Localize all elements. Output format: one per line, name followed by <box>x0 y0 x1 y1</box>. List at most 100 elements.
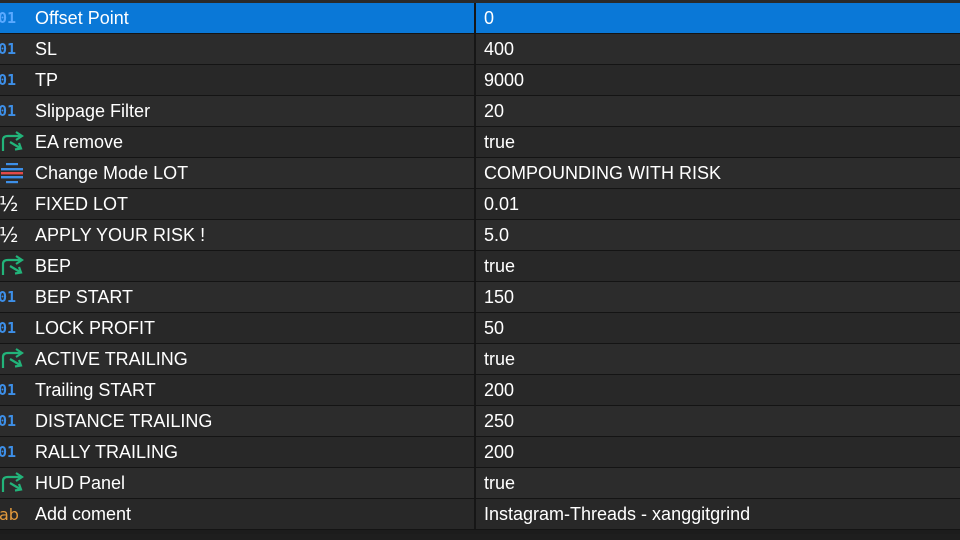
param-name: Add coment <box>35 503 132 524</box>
param-name-cell[interactable]: 01 RALLY TRAILING <box>0 437 476 467</box>
int-glyph: 01 <box>0 443 17 461</box>
bool-icon <box>0 468 30 498</box>
param-name: HUD Panel <box>35 472 126 493</box>
int-icon: 01 <box>0 282 30 312</box>
param-name: FIXED LOT <box>35 193 129 214</box>
param-row[interactable]: BEP true <box>0 251 960 282</box>
bool-icon <box>0 251 30 281</box>
param-value[interactable]: 5.0 <box>476 220 960 250</box>
param-row[interactable]: 01 BEP START 150 <box>0 282 960 313</box>
enum-icon <box>0 158 30 188</box>
param-name-cell[interactable]: 01 SL <box>0 34 476 64</box>
param-row[interactable]: 01 SL 400 <box>0 34 960 65</box>
param-value[interactable]: 200 <box>476 375 960 405</box>
int-glyph: 01 <box>0 319 17 337</box>
param-value[interactable]: Instagram-Threads - xanggitgrind <box>476 499 960 529</box>
int-icon: 01 <box>0 65 30 95</box>
param-row[interactable]: 01 RALLY TRAILING 200 <box>0 437 960 468</box>
param-value[interactable]: 200 <box>476 437 960 467</box>
int-glyph: 01 <box>0 40 17 58</box>
parameter-rows: 01 Offset Point 0 01 SL 400 01 TP 9000 01 Slippage… <box>0 3 960 530</box>
param-value[interactable]: 50 <box>476 313 960 343</box>
param-name: DISTANCE TRAILING <box>35 410 213 431</box>
param-name: Slippage Filter <box>35 100 151 121</box>
param-name-cell[interactable]: 01 BEP START <box>0 282 476 312</box>
param-name: Change Mode LOT <box>35 162 189 183</box>
int-glyph: 01 <box>0 381 17 399</box>
param-name: SL <box>35 38 58 59</box>
param-value[interactable]: 400 <box>476 34 960 64</box>
param-name-cell[interactable]: EA remove <box>0 127 476 157</box>
param-row[interactable]: HUD Panel true <box>0 468 960 499</box>
param-row[interactable]: 01 TP 9000 <box>0 65 960 96</box>
param-value[interactable]: true <box>476 344 960 374</box>
param-name: LOCK PROFIT <box>35 317 156 338</box>
param-row[interactable]: ACTIVE TRAILING true <box>0 344 960 375</box>
int-glyph: 01 <box>0 9 17 27</box>
int-icon: 01 <box>0 34 30 64</box>
grid-bottom-edge <box>0 534 960 540</box>
param-name: ACTIVE TRAILING <box>35 348 188 369</box>
param-name-cell[interactable]: ½ APPLY YOUR RISK ! <box>0 220 476 250</box>
param-row[interactable]: 01 DISTANCE TRAILING 250 <box>0 406 960 437</box>
param-name: BEP <box>35 255 72 276</box>
param-name-cell[interactable]: HUD Panel <box>0 468 476 498</box>
param-value[interactable]: 150 <box>476 282 960 312</box>
param-name-cell[interactable]: 01 LOCK PROFIT <box>0 313 476 343</box>
int-icon: 01 <box>0 437 30 467</box>
param-name-cell[interactable]: BEP <box>0 251 476 281</box>
param-row[interactable]: ab Add coment Instagram-Threads - xanggitg… <box>0 499 960 530</box>
int-glyph: 01 <box>0 71 17 89</box>
param-name-cell[interactable]: 01 TP <box>0 65 476 95</box>
param-value[interactable]: 20 <box>476 96 960 126</box>
bool-icon <box>0 344 30 374</box>
bool-icon <box>0 127 30 157</box>
param-name-cell[interactable]: ACTIVE TRAILING <box>0 344 476 374</box>
param-value[interactable]: COMPOUNDING WITH RISK <box>476 158 960 188</box>
param-name-cell[interactable]: 01 DISTANCE TRAILING <box>0 406 476 436</box>
param-name: EA remove <box>35 131 124 152</box>
param-name-cell[interactable]: 01 Trailing START <box>0 375 476 405</box>
double-glyph: ½ <box>0 223 19 247</box>
param-name: Trailing START <box>35 379 156 400</box>
double-icon: ½ <box>0 189 30 219</box>
int-icon: 01 <box>0 406 30 436</box>
int-icon: 01 <box>0 313 30 343</box>
int-glyph: 01 <box>0 102 17 120</box>
param-value[interactable]: 0.01 <box>476 189 960 219</box>
param-value[interactable]: 0 <box>476 3 960 33</box>
param-name-cell[interactable]: ½ FIXED LOT <box>0 189 476 219</box>
double-icon: ½ <box>0 220 30 250</box>
double-glyph: ½ <box>0 192 19 216</box>
param-name-cell[interactable]: ab Add coment <box>0 499 476 529</box>
int-icon: 01 <box>0 3 30 33</box>
inputs-parameter-grid: 01 Offset Point 0 01 SL 400 01 TP 9000 01 Slippage… <box>0 0 960 540</box>
param-value[interactable]: 250 <box>476 406 960 436</box>
param-name-cell[interactable]: 01 Offset Point <box>0 3 476 33</box>
param-value[interactable]: true <box>476 127 960 157</box>
param-row[interactable]: 01 Offset Point 0 <box>0 3 960 34</box>
param-value[interactable]: 9000 <box>476 65 960 95</box>
param-name: BEP START <box>35 286 134 307</box>
param-name: Offset Point <box>35 7 129 28</box>
param-row[interactable]: Change Mode LOT COMPOUNDING WITH RISK <box>0 158 960 189</box>
int-glyph: 01 <box>0 412 17 430</box>
string-icon: ab <box>0 499 30 529</box>
param-name-cell[interactable]: Change Mode LOT <box>0 158 476 188</box>
param-value[interactable]: true <box>476 251 960 281</box>
param-row[interactable]: 01 LOCK PROFIT 50 <box>0 313 960 344</box>
param-name-cell[interactable]: 01 Slippage Filter <box>0 96 476 126</box>
param-row[interactable]: ½ APPLY YOUR RISK ! 5.0 <box>0 220 960 251</box>
param-name: TP <box>35 69 59 90</box>
param-row[interactable]: 01 Slippage Filter 20 <box>0 96 960 127</box>
param-name: RALLY TRAILING <box>35 441 179 462</box>
int-glyph: 01 <box>0 288 17 306</box>
int-icon: 01 <box>0 375 30 405</box>
param-row[interactable]: EA remove true <box>0 127 960 158</box>
param-value[interactable]: true <box>476 468 960 498</box>
param-row[interactable]: ½ FIXED LOT 0.01 <box>0 189 960 220</box>
string-glyph: ab <box>0 504 19 524</box>
param-name: APPLY YOUR RISK ! <box>35 224 206 245</box>
int-icon: 01 <box>0 96 30 126</box>
param-row[interactable]: 01 Trailing START 200 <box>0 375 960 406</box>
